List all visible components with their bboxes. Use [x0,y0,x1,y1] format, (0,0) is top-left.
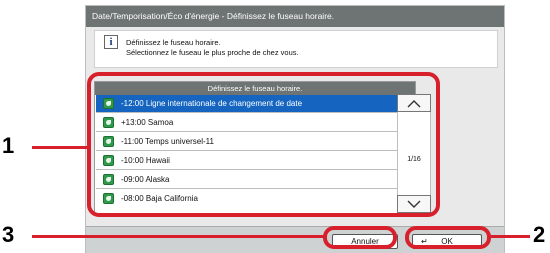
callout-ring-1 [87,72,440,217]
info-icon: i [104,35,118,49]
callout-number-1: 1 [2,133,15,158]
callout-line-3 [32,235,324,238]
callout-ring-2 [405,226,491,249]
info-line-2: Sélectionnez le fuseau le plus proche de… [126,48,299,57]
callout-number-3: 3 [2,222,15,247]
callout-line-1 [32,146,88,149]
callout-number-2: 2 [533,222,546,247]
callout-ring-3 [323,226,397,249]
callout-line-2 [490,235,530,238]
info-message: i Définissez le fuseau horaire. Sélectio… [94,30,498,68]
window-title: Date/Temporisation/Éco d'énergie - Défin… [86,6,504,27]
info-line-1: Définissez le fuseau horaire. [126,38,221,47]
